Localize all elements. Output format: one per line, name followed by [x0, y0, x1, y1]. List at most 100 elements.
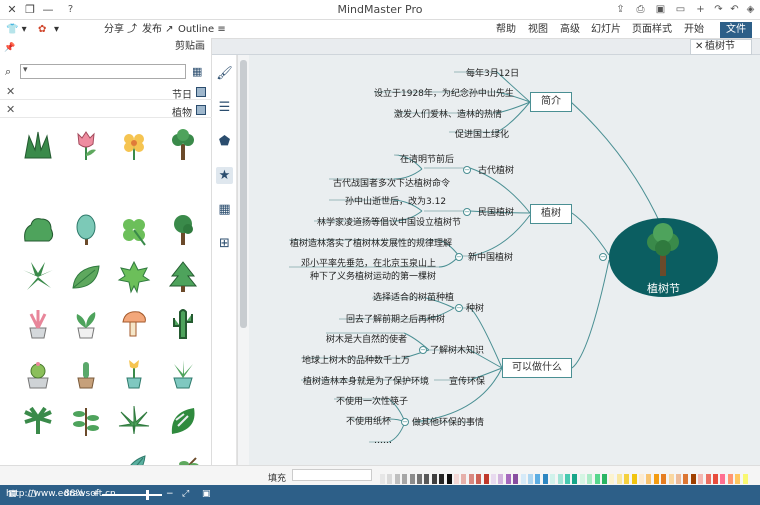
subtopic[interactable]: 了解树木知识: [430, 343, 484, 356]
remove-library-icon[interactable]: ✕: [6, 85, 15, 98]
fit-page-icon[interactable]: ⤢: [182, 489, 189, 499]
zoom-slider[interactable]: [102, 494, 162, 496]
mark-icon[interactable]: ⬟: [216, 133, 233, 150]
library-item-festival[interactable]: ✕ 节日: [0, 84, 212, 101]
help-icon[interactable]: ?: [64, 3, 77, 16]
subtopic-detail[interactable]: 树木是大自然的使者: [326, 332, 407, 345]
subtopic[interactable]: 古代植树: [478, 163, 514, 176]
search-icon[interactable]: ⌕: [5, 65, 11, 79]
tab-view[interactable]: 视图: [524, 22, 552, 38]
color-swatch[interactable]: [557, 474, 563, 484]
library-item-plants[interactable]: ✕ 植物: [0, 102, 212, 119]
close-tab-icon[interactable]: ✕: [695, 40, 703, 54]
view-icon[interactable]: ▦: [8, 489, 17, 499]
new-icon[interactable]: +: [694, 3, 707, 16]
minimize-icon[interactable]: —: [40, 2, 56, 18]
potted-plant-clipart-icon[interactable]: [69, 306, 103, 340]
undo-icon[interactable]: ↶: [728, 3, 741, 16]
pin-icon[interactable]: 📌: [4, 40, 15, 57]
potted-flower-clipart-icon[interactable]: [21, 306, 55, 340]
task-icon[interactable]: ⊞: [216, 235, 233, 252]
branch-intro[interactable]: 简介: [530, 92, 572, 112]
collapse-toggle[interactable]: −: [463, 208, 471, 216]
color-swatch[interactable]: [705, 474, 711, 484]
color-swatch[interactable]: [387, 474, 393, 484]
color-swatch[interactable]: [639, 474, 644, 484]
collapse-toggle[interactable]: −: [455, 253, 463, 261]
save-icon[interactable]: ▣: [654, 3, 667, 16]
color-swatch[interactable]: [653, 474, 659, 484]
subtopic-detail[interactable]: 选择适合的树苗种植: [373, 290, 454, 303]
subtopic-detail[interactable]: 不使用纸杯: [346, 414, 391, 427]
subtopic-detail[interactable]: 植树造林本身就是为了保护环境: [303, 374, 429, 387]
potted-aloe-clipart-icon[interactable]: [166, 356, 200, 390]
color-swatch[interactable]: [735, 474, 741, 484]
color-swatch[interactable]: [720, 474, 726, 484]
oak-tree-clipart-icon[interactable]: [166, 213, 200, 247]
color-swatch[interactable]: [468, 474, 474, 484]
collapse-toggle[interactable]: −: [463, 166, 471, 174]
cactus-clipart-icon[interactable]: [166, 306, 200, 340]
tulip-clipart-icon[interactable]: [69, 128, 103, 162]
open-icon[interactable]: ▭: [674, 3, 687, 16]
subtopic[interactable]: 促进国土绿化: [455, 127, 509, 140]
cannabis-leaf-clipart-icon[interactable]: [117, 404, 151, 438]
redo-icon[interactable]: ↷: [712, 3, 725, 16]
palm-frond-clipart-icon[interactable]: [21, 404, 55, 438]
skin-icon[interactable]: 👕 ▾: [6, 22, 27, 38]
monstera-leaf-clipart-icon[interactable]: [166, 404, 200, 438]
color-swatch[interactable]: [668, 474, 674, 484]
remove-library-icon[interactable]: ✕: [6, 103, 15, 116]
color-swatch[interactable]: [498, 474, 504, 484]
subtopic[interactable]: 激发人们爱林、造林的热情: [394, 107, 502, 120]
subtopic-detail[interactable]: 不使用一次性筷子: [336, 394, 408, 407]
potted-succulent-clipart-icon[interactable]: [69, 356, 103, 390]
collapse-toggle[interactable]: −: [419, 346, 427, 354]
maple-leaf-clipart-icon[interactable]: [117, 260, 151, 294]
fullscreen-icon[interactable]: ▣: [202, 489, 211, 499]
color-swatch[interactable]: [602, 474, 607, 484]
color-swatch[interactable]: [424, 474, 430, 484]
share-button[interactable]: 分享 ⤴: [104, 22, 137, 38]
color-swatch[interactable]: [446, 474, 452, 484]
color-swatch[interactable]: [394, 474, 400, 484]
poplar-tree-clipart-icon[interactable]: [69, 213, 103, 247]
color-swatch[interactable]: [616, 474, 622, 484]
color-swatch[interactable]: [513, 474, 519, 484]
color-swatch[interactable]: [476, 474, 482, 484]
color-swatch[interactable]: [454, 474, 459, 484]
theme-icon[interactable]: ✿: [38, 22, 46, 38]
vertical-scrollbar[interactable]: [237, 55, 249, 465]
color-swatch[interactable]: [572, 474, 578, 484]
tab-advanced[interactable]: 高级: [556, 22, 584, 38]
potted-tulip-clipart-icon[interactable]: [117, 356, 151, 390]
color-swatch[interactable]: [417, 474, 422, 484]
central-topic[interactable]: 植树节: [609, 218, 718, 297]
branch-planting[interactable]: 植树: [530, 204, 572, 224]
subtopic-detail[interactable]: 植树造林落实了植树林发展性的规律理解: [290, 236, 452, 249]
color-swatch[interactable]: [380, 474, 385, 484]
color-swatch[interactable]: [409, 474, 415, 484]
grass-clipart-icon[interactable]: [21, 128, 55, 162]
flower-clipart-icon[interactable]: [117, 128, 151, 162]
color-swatch[interactable]: [742, 474, 748, 484]
subtopic[interactable]: 新中国植树: [468, 250, 513, 263]
document-tab[interactable]: ✕ 植树节: [690, 39, 752, 55]
scroll-thumb[interactable]: [240, 60, 247, 328]
branch-clipart-icon[interactable]: [69, 404, 103, 438]
palm-leaf-clipart-icon[interactable]: [21, 260, 55, 294]
page-icon[interactable]: ▢: [28, 489, 37, 499]
clipart-icon[interactable]: ★: [216, 167, 233, 184]
color-swatch[interactable]: [520, 474, 526, 484]
collapse-toggle[interactable]: −: [455, 304, 463, 312]
subtopic[interactable]: 每年3月12日: [466, 66, 519, 79]
color-palette[interactable]: 填充: [262, 465, 760, 485]
color-swatch[interactable]: [579, 474, 585, 484]
tab-slides[interactable]: 幻灯片: [588, 22, 624, 38]
color-swatch[interactable]: [690, 474, 696, 484]
color-swatch[interactable]: [609, 474, 615, 484]
collapse-toggle[interactable]: −: [401, 418, 409, 426]
color-swatch[interactable]: [587, 474, 593, 484]
restore-icon[interactable]: ❐: [22, 2, 38, 18]
color-swatch[interactable]: [550, 474, 556, 484]
